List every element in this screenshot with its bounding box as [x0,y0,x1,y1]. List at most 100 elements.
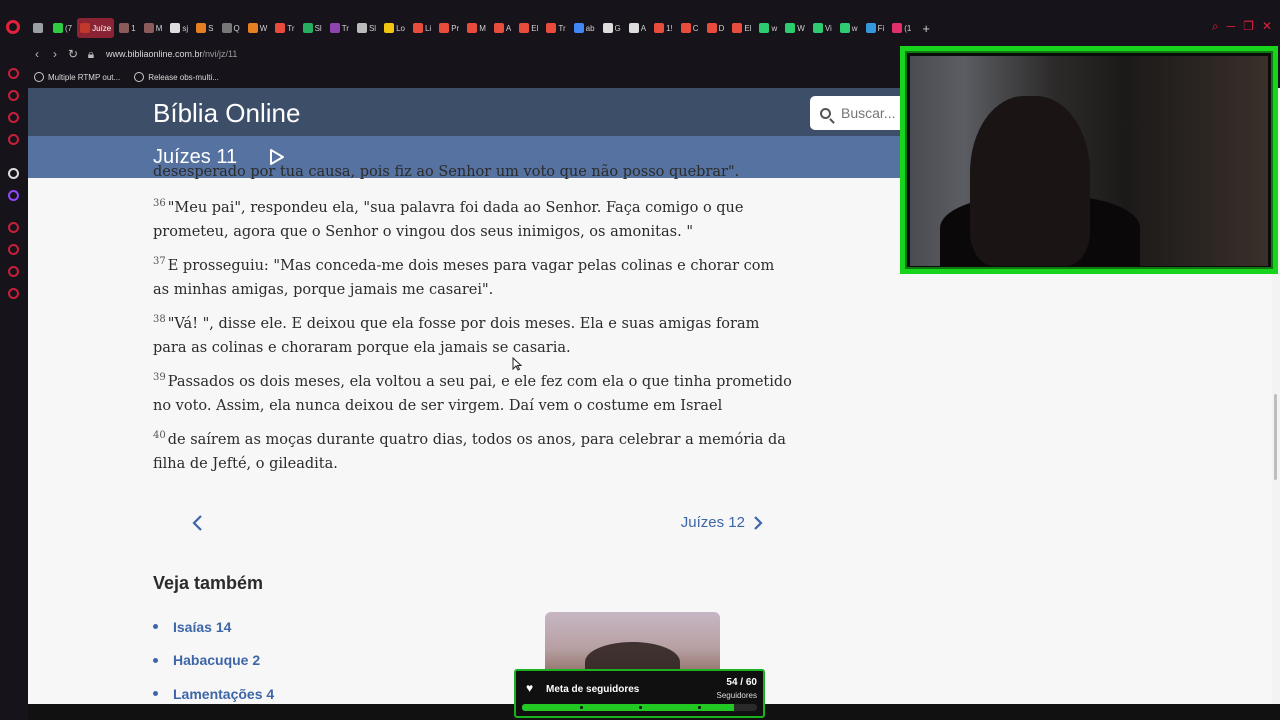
tab-favicon-icon [759,23,770,33]
maximize-icon[interactable]: ❐ [1243,19,1254,34]
tab-favicon-icon [654,23,665,33]
browser-tab[interactable]: El [729,18,754,38]
browser-tab[interactable]: ab [571,18,598,38]
tab-favicon-icon [573,23,584,33]
browser-tab[interactable]: A [491,18,514,38]
browser-tab[interactable]: D [704,18,728,38]
tab-favicon-icon [80,23,91,33]
browser-tab[interactable]: W [245,18,271,38]
tab-label: Lo [396,23,405,33]
next-chapter-label: Juízes 12 [680,514,745,531]
browser-tab[interactable]: Q [219,18,243,38]
twitch-icon[interactable] [8,190,19,201]
browser-tab[interactable]: Lo [381,18,408,38]
tab-favicon-icon [493,23,504,33]
bullet-icon [153,691,158,697]
tab-favicon-icon [412,23,423,33]
url-field[interactable]: www.bibliaonline.com.br/nvi/jz/11 [106,49,237,59]
browser-tab[interactable]: Tr [272,18,297,38]
settings-icon[interactable] [8,288,19,299]
verse-number: 36 [153,198,166,210]
browser-tab[interactable]: El [516,18,541,38]
lock-icon: 🔒︎ [87,46,95,61]
back-icon[interactable]: ‹ [28,47,46,61]
browser-tab[interactable]: M [141,18,166,38]
browser-tab[interactable]: Li [410,18,434,38]
browser-tab[interactable]: sj [167,18,191,38]
close-icon[interactable]: ✕ [1262,19,1272,34]
browser-tab[interactable]: S [193,18,216,38]
prev-chapter-button[interactable] [191,514,203,537]
goal-count: 54 / 60 [726,677,757,688]
minimize-icon[interactable]: ─ [1227,19,1236,34]
browser-tab-active[interactable]: Juíze [77,18,115,38]
browser-tab[interactable]: 1 [116,18,138,38]
see-also-link-label: Habacuque 2 [173,652,261,669]
url-path: /nvi/jz/11 [202,49,238,59]
tab-label: Tr [558,23,566,33]
sidebar-icon[interactable] [8,68,19,79]
chevron-right-icon [754,515,763,530]
see-also-link[interactable]: Habacuque 2 [153,644,274,678]
tab-favicon-icon [329,23,340,33]
tab-label: Li [424,23,432,33]
opera-logo-icon[interactable] [6,20,20,34]
browser-tab[interactable]: (7 [50,18,75,38]
see-also-link[interactable]: Lamentações 4 [153,677,274,704]
verse-number: 39 [153,372,166,384]
see-also-link[interactable]: Isaías 14 [153,610,274,644]
sidebar-icon[interactable] [8,168,19,179]
browser-tab[interactable]: w [837,18,861,38]
sidebar-icon[interactable] [8,266,19,277]
browser-tab[interactable]: Fi [863,18,888,38]
tab-label: M [479,23,486,33]
tab-favicon-icon [865,23,876,33]
tab-label: Sl [368,23,377,33]
search-tabs-icon[interactable]: ⌕ [1212,19,1219,34]
browser-tab[interactable]: Vi [810,18,835,38]
scrollbar-thumb[interactable] [1274,394,1277,480]
tab-label: W [797,23,805,33]
sidebar-icon[interactable] [8,90,19,101]
browser-tab[interactable]: Tr [543,18,568,38]
browser-tab[interactable]: Sl [354,18,379,38]
next-chapter-button[interactable]: Juízes 12 [681,514,763,531]
browser-tab[interactable]: (1 [889,18,914,38]
browser-tab[interactable]: A [626,18,649,38]
browser-tab[interactable]: C [678,18,702,38]
browser-tab[interactable]: 1! [651,18,676,38]
verse-text: E prosseguiu: "Mas conceda-me dois meses… [153,258,775,298]
bookmark-multiple-rtmp[interactable]: Multiple RTMP out... [34,72,120,82]
browser-tab[interactable]: Sl [300,18,325,38]
new-tab-button[interactable]: + [922,21,930,36]
browser-sidebar [0,42,28,720]
tab-favicon-icon [892,23,903,33]
browser-tab[interactable]: Pr [436,18,462,38]
browser-tab[interactable]: w [756,18,780,38]
tab-favicon-icon [680,23,691,33]
goal-progress-bar [522,704,757,711]
bookmark-release-obs[interactable]: Release obs-multi... [134,72,219,82]
goal-label: Meta de seguidores [546,684,640,695]
verse: 38 "Vá! ", disse ele. E deixou que ela fo… [153,312,793,360]
goal-tick [639,706,642,709]
forward-icon[interactable]: › [46,47,64,61]
history-icon[interactable] [8,244,19,255]
verse-number: 38 [153,314,166,326]
sidebar-icon[interactable] [8,222,19,233]
browser-tab[interactable]: Tr [327,18,352,38]
heart-icon: ♥ [526,681,534,695]
verse-text-clipped: desesperado por tua causa, pois fiz ao S… [153,164,740,180]
browser-tab[interactable]: W [782,18,808,38]
verse-number: 40 [153,430,166,442]
reload-icon[interactable]: ↻ [64,47,82,61]
sidebar-icon[interactable] [8,134,19,145]
verse: 39 Passados os dois meses, ela voltou a s… [153,370,793,418]
tab-label: 1! [666,23,673,33]
browser-tab[interactable]: M [464,18,489,38]
browser-tab[interactable]: G [600,18,624,38]
tab-favicon-icon [519,23,530,33]
browser-tab[interactable] [30,18,48,38]
site-title[interactable]: Bíblia Online [153,98,300,129]
sidebar-icon[interactable] [8,112,19,123]
